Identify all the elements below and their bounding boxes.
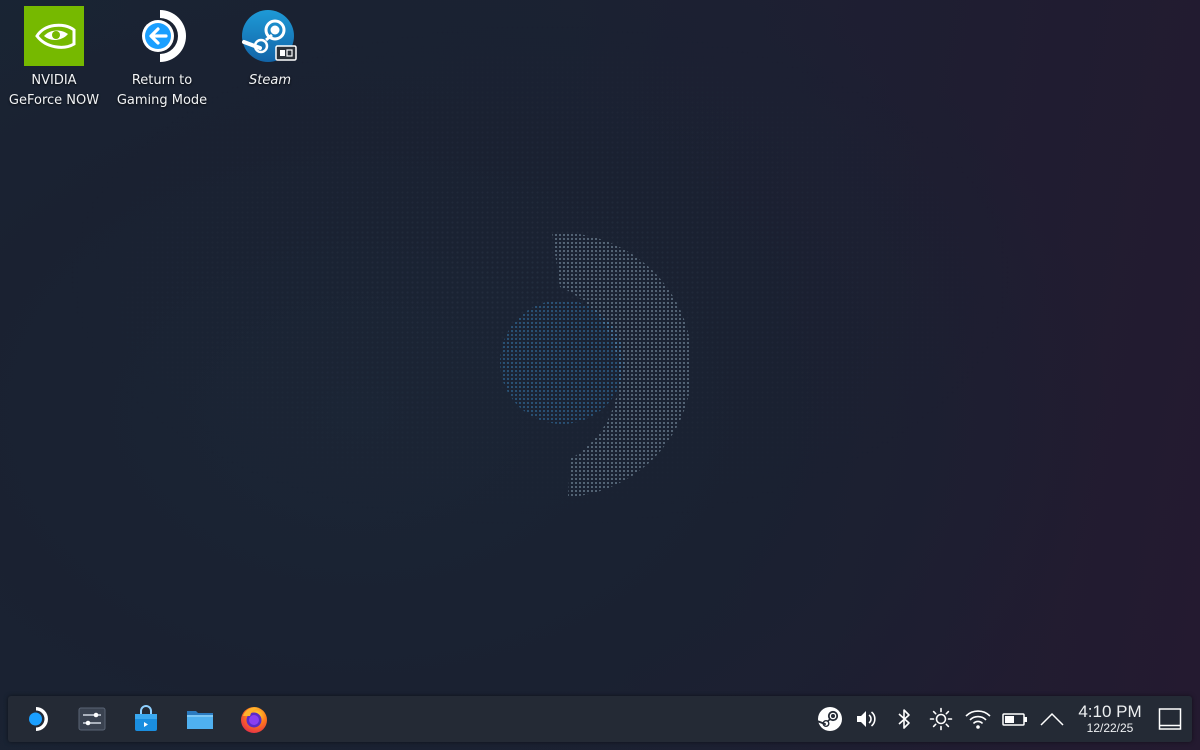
show-desktop-icon bbox=[1158, 708, 1182, 730]
clock-date: 12/22/25 bbox=[1086, 721, 1134, 735]
folder-icon bbox=[187, 711, 213, 729]
desktop-icon-label: Return to Gaming Mode bbox=[116, 73, 208, 108]
speaker-icon bbox=[857, 711, 876, 727]
taskbar: 4:10 PM 12/22/25 bbox=[8, 696, 1192, 742]
return-arrow-icon bbox=[132, 6, 192, 66]
brightness-icon bbox=[929, 707, 953, 731]
taskbar-launchers bbox=[8, 696, 288, 742]
wallpaper-steamos-logo-icon bbox=[500, 232, 690, 497]
battery-button[interactable] bbox=[997, 701, 1033, 737]
firefox-icon bbox=[241, 707, 267, 733]
bluetooth-button[interactable] bbox=[886, 701, 922, 737]
system-settings-button[interactable] bbox=[72, 699, 112, 739]
nvidia-icon bbox=[24, 6, 84, 66]
desktop-icon-geforce-now[interactable]: NVIDIA GeForce NOW bbox=[0, 6, 108, 111]
clock-time: 4:10 PM bbox=[1078, 702, 1142, 721]
steam-icon bbox=[240, 6, 300, 66]
steam-icon bbox=[817, 707, 842, 731]
battery-icon bbox=[1002, 713, 1027, 726]
chevron-up-icon bbox=[1040, 712, 1064, 726]
steamos-logo-icon bbox=[29, 707, 48, 731]
settings-sliders-icon bbox=[78, 707, 106, 731]
app-launcher-button[interactable] bbox=[18, 699, 58, 739]
firefox-button[interactable] bbox=[234, 699, 274, 739]
tray-expand-button[interactable] bbox=[1034, 701, 1070, 737]
digital-clock[interactable]: 4:10 PM 12/22/25 bbox=[1072, 699, 1148, 739]
wifi-icon bbox=[965, 710, 991, 729]
brightness-button[interactable] bbox=[923, 701, 959, 737]
discover-store-button[interactable] bbox=[126, 699, 166, 739]
wifi-button[interactable] bbox=[960, 701, 996, 737]
store-bag-icon bbox=[135, 705, 157, 731]
steam-tray-button[interactable] bbox=[812, 701, 848, 737]
file-manager-button[interactable] bbox=[180, 699, 220, 739]
desktop-icon-steam[interactable]: Steam bbox=[216, 6, 324, 91]
show-desktop-button[interactable] bbox=[1152, 701, 1188, 737]
volume-button[interactable] bbox=[849, 701, 885, 737]
desktop-icon-label: Steam bbox=[249, 73, 291, 88]
desktop-icon-return-gaming-mode[interactable]: Return to Gaming Mode bbox=[108, 6, 216, 111]
system-tray: 4:10 PM 12/22/25 bbox=[811, 696, 1192, 742]
bluetooth-icon bbox=[898, 709, 910, 729]
desktop-icon-label: NVIDIA GeForce NOW bbox=[8, 73, 100, 108]
